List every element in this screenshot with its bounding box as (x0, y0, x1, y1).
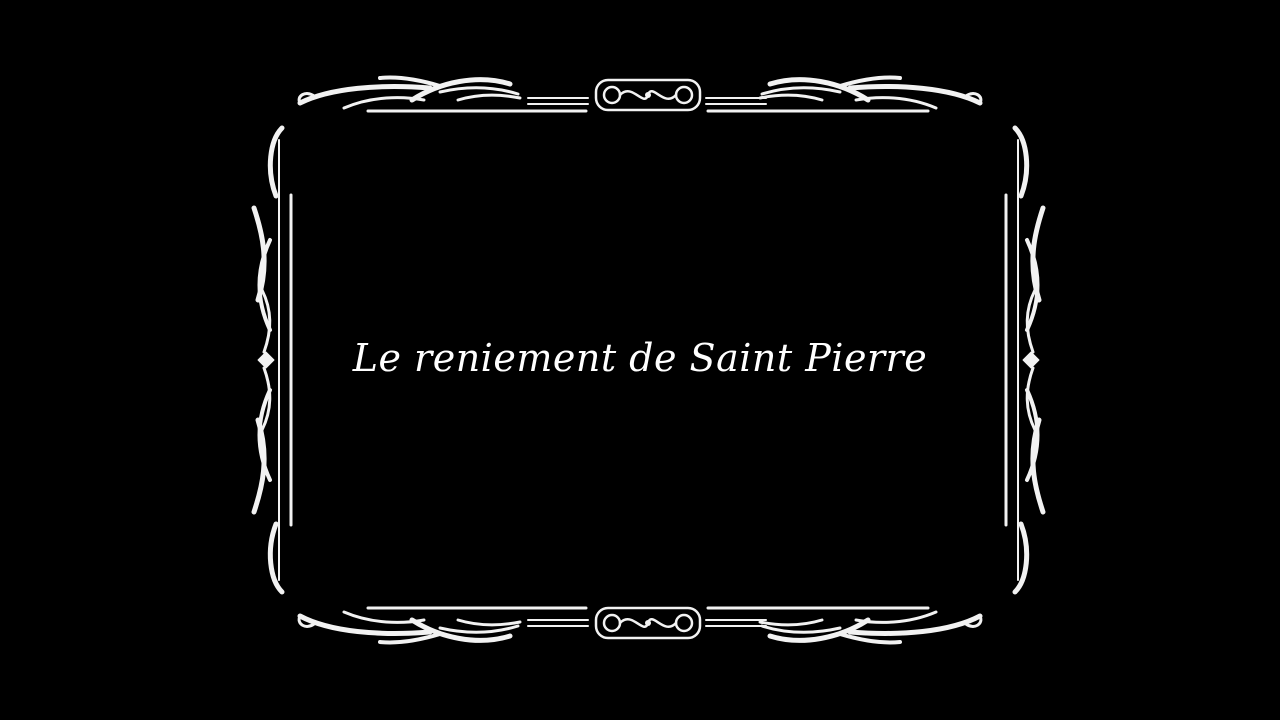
top-border (297, 75, 983, 113)
title-card-screen: Le reniement de Saint Pierre (0, 0, 1280, 720)
title-card-text: Le reniement de Saint Pierre (352, 336, 928, 380)
scroll-flourish-icon (594, 606, 702, 640)
scroll-flourish-icon (594, 78, 702, 112)
